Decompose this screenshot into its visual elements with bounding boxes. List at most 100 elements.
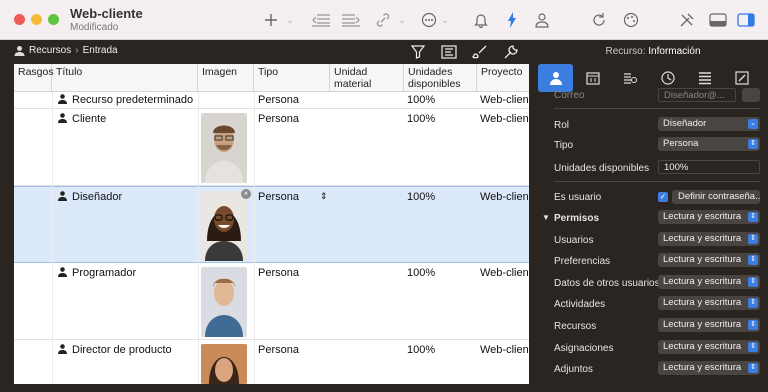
clock-icon (661, 71, 675, 85)
breadcrumb-root[interactable]: Recursos (29, 45, 71, 56)
more-menu-chevron-icon[interactable]: ⌄ (440, 10, 450, 30)
row-type[interactable]: Persona (258, 191, 299, 203)
zoom-window-button[interactable] (48, 14, 59, 25)
add-icon[interactable] (262, 10, 280, 30)
row-units: 100% (407, 344, 436, 356)
lightning-icon[interactable] (505, 10, 519, 30)
permissions-disclosure-icon[interactable]: ▼ (542, 213, 550, 222)
refresh-icon[interactable] (590, 10, 608, 30)
type-value: Persona (663, 138, 699, 149)
column-header[interactable]: Imagen (198, 64, 254, 92)
type-select[interactable]: Persona ⇕ (658, 137, 760, 151)
perm-resources-label: Recursos (554, 321, 597, 332)
role-value: Diseñador (663, 118, 707, 129)
row-title-cell: Diseñador (58, 191, 122, 203)
breadcrumb-chevron-icon: › (75, 45, 79, 56)
role-select[interactable]: Diseñador ⌄ (658, 117, 760, 131)
column-header[interactable]: Unidades disponibles (404, 64, 477, 92)
available-units-field[interactable]: 100% (658, 160, 760, 174)
column-divider (254, 92, 255, 384)
tab-resource-info[interactable] (538, 64, 574, 92)
breadcrumb: Recursos › Entrada (14, 45, 118, 56)
available-units-label: Unidades disponibles (554, 163, 650, 174)
inspector-panel: Correo Diseñador@... Rol Diseñador ⌄ Tipo… (538, 88, 768, 392)
resources-table: Rasgos Título Imagen Tipo Unidad materia… (14, 64, 529, 384)
more-actions-icon[interactable] (420, 10, 438, 30)
notifications-bell-icon[interactable] (472, 10, 490, 30)
perm-resources-select[interactable]: Lectura y escritura ⇕ (658, 318, 760, 332)
add-menu-chevron-icon[interactable]: ⌄ (285, 10, 295, 30)
row-title: Recurso predeterminado (72, 94, 194, 106)
tab-calendar[interactable] (575, 64, 611, 92)
calendar-icon (586, 72, 600, 85)
column-header[interactable]: Unidad material (330, 64, 404, 92)
perm-attachments-label: Adjuntos (554, 364, 593, 375)
tab-costs[interactable] (612, 64, 648, 92)
outdent-icon[interactable] (310, 10, 332, 30)
indent-icon[interactable] (340, 10, 362, 30)
resources-person-icon (14, 46, 25, 56)
right-panel-toggle-icon[interactable] (736, 10, 756, 30)
row-project: Web-cliente (480, 344, 529, 356)
perm-value: Lectura y escritura (663, 341, 742, 352)
perm-value: Lectura y escritura (663, 276, 742, 287)
palette-icon[interactable] (622, 10, 640, 30)
person-icon (58, 94, 67, 104)
row-title-cell: Recurso predeterminado (58, 94, 193, 106)
set-password-button[interactable]: Definir contraseña... (672, 190, 760, 204)
dropdown-chevron-icon: ⇕ (748, 363, 758, 373)
table-row[interactable]: Recurso predeterminado Persona 100% Web-… (14, 92, 529, 109)
table-row[interactable]: Diseñador × Persona ⇕ 100% Web-cliente (14, 186, 529, 263)
cost-list-icon (624, 73, 638, 84)
column-header[interactable]: Título (52, 64, 198, 92)
perm-activities-select[interactable]: Lectura y escritura ⇕ (658, 296, 760, 310)
wrench-icon[interactable] (503, 44, 519, 60)
permissions-select[interactable]: Lectura y escritura ⇕ (658, 210, 760, 224)
inspector-title: Recurso: Información (538, 40, 768, 64)
link-menu-chevron-icon[interactable]: ⌄ (397, 10, 407, 30)
email-field[interactable]: Diseñador@... (658, 88, 736, 102)
perm-preferences-select[interactable]: Lectura y escritura ⇕ (658, 253, 760, 267)
resource-photo[interactable] (201, 267, 247, 337)
dropdown-chevron-icon: ⇕ (748, 277, 758, 287)
is-user-label: Es usuario (554, 192, 602, 203)
perm-attachments-select[interactable]: Lectura y escritura ⇕ (658, 361, 760, 375)
brush-icon[interactable] (472, 44, 488, 60)
dropdown-chevron-icon: ⇕ (748, 342, 758, 352)
row-type: Persona (258, 344, 299, 356)
dropdown-chevron-icon: ⌄ (748, 119, 758, 129)
tools-icon[interactable] (678, 10, 696, 30)
column-header[interactable]: Proyecto (477, 64, 529, 92)
inspector-title-value: Información (648, 46, 701, 57)
email-action-button[interactable] (742, 88, 760, 102)
filter-icon[interactable] (410, 44, 426, 60)
table-row[interactable]: Director de producto Persona 100% Web-cl… (14, 340, 529, 384)
row-title: Diseñador (72, 191, 123, 203)
dropdown-chevron-icon: ⇕ (748, 139, 758, 149)
column-header[interactable]: Tipo (254, 64, 330, 92)
minimize-window-button[interactable] (31, 14, 42, 25)
close-window-button[interactable] (14, 14, 25, 25)
table-row[interactable]: Cliente Persona 100% Web-cliente (14, 109, 529, 186)
resource-photo[interactable] (201, 191, 247, 261)
person-icon (549, 72, 562, 85)
row-units: 100% (407, 191, 436, 203)
perm-assignments-select[interactable]: Lectura y escritura ⇕ (658, 340, 760, 354)
link-icon[interactable] (374, 10, 392, 30)
column-header[interactable]: Rasgos (14, 64, 54, 92)
person-icon (58, 191, 67, 201)
resource-photo[interactable] (201, 344, 247, 384)
perm-users-select[interactable]: Lectura y escritura ⇕ (658, 232, 760, 246)
bottom-panel-toggle-icon[interactable] (708, 10, 728, 30)
layout-format-icon[interactable] (441, 44, 457, 60)
person-icon[interactable] (533, 10, 551, 30)
person-icon (58, 344, 67, 354)
table-row[interactable]: Programador Persona 100% Web-cliente (14, 263, 529, 340)
perm-other-users-data-select[interactable]: Lectura y escritura ⇕ (658, 275, 760, 289)
perm-value: Lectura y escritura (663, 297, 742, 308)
is-user-checkbox[interactable]: ✓ (658, 192, 668, 202)
type-select-chevron-icon[interactable]: ⇕ (320, 191, 328, 202)
resource-photo[interactable] (201, 113, 247, 183)
remove-image-icon[interactable]: × (241, 189, 251, 199)
breadcrumb-current[interactable]: Entrada (83, 45, 118, 56)
